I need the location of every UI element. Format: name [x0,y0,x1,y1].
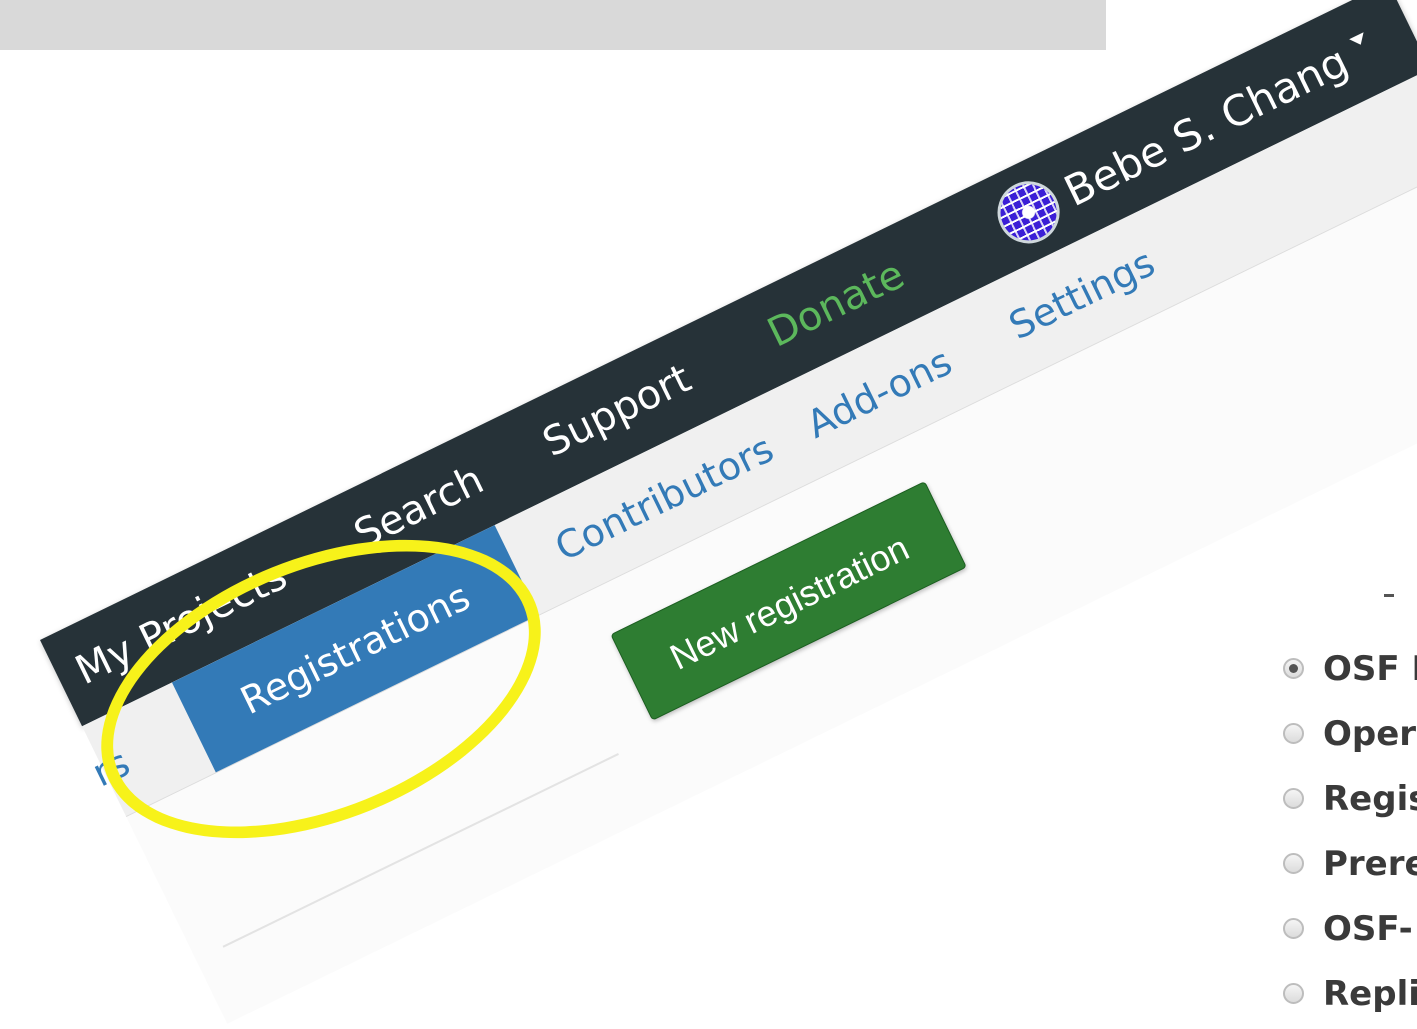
user-avatar [987,170,1071,254]
radio-button[interactable] [1283,918,1304,939]
schema-option[interactable]: Oper [1283,701,1417,766]
schema-option[interactable]: Repli [1283,961,1417,1026]
schema-option-label: Prere [1323,843,1417,884]
radio-button[interactable] [1283,853,1304,874]
caret-down-icon [1349,32,1368,49]
radio-button[interactable] [1283,983,1304,1004]
tab-files[interactable]: rs [85,740,136,795]
schema-option-label: OSF I [1323,648,1417,689]
osf-project-panel: My Projects Search Support Donate Bebe S… [40,0,1417,1024]
schema-option[interactable]: Prere [1283,831,1417,896]
schema-option-label: Repli [1323,973,1417,1014]
schema-option-label: OSF- [1323,908,1413,949]
radio-button[interactable] [1283,723,1304,744]
schema-option-label: Oper [1323,713,1417,754]
radio-button-checked[interactable] [1283,658,1304,679]
radio-button[interactable] [1283,788,1304,809]
schema-option[interactable]: OSF- [1283,896,1417,961]
top-gray-strip [0,0,1106,50]
schema-option-label: Regis [1323,778,1417,819]
schema-option[interactable]: OSF I [1283,636,1417,701]
schema-option[interactable]: Regis [1283,766,1417,831]
registration-schema-list: OSF I Oper Regis Prere OSF- Repli [1283,636,1417,1026]
page: My Projects Search Support Donate Bebe S… [0,0,1417,1029]
schema-list-dash [1384,594,1394,597]
